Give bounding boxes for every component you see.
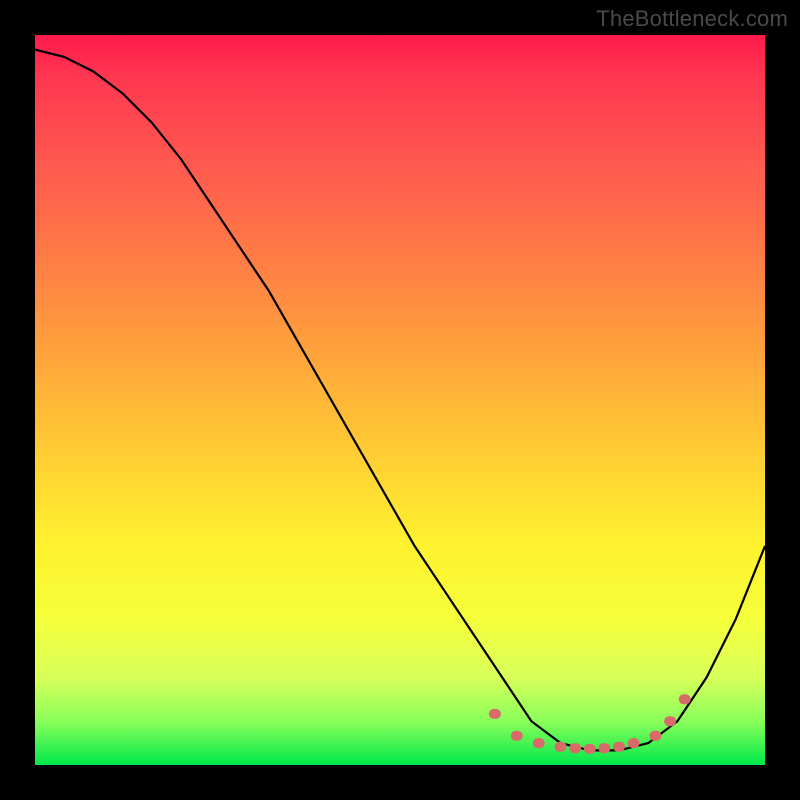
plateau-dot	[584, 744, 596, 754]
plot-svg	[35, 35, 765, 765]
plateau-dot	[650, 731, 662, 741]
watermark-text: TheBottleneck.com	[596, 6, 788, 32]
plateau-dot	[613, 742, 625, 752]
plateau-dot	[628, 738, 640, 748]
plateau-dot	[598, 743, 610, 753]
bottleneck-curve	[35, 50, 765, 751]
plateau-dot	[555, 742, 567, 752]
chart-frame: TheBottleneck.com	[0, 0, 800, 800]
plateau-dot	[489, 709, 501, 719]
plateau-dot	[533, 738, 545, 748]
plateau-dot	[679, 694, 691, 704]
plateau-dot	[664, 716, 676, 726]
plot-area	[35, 35, 765, 765]
plateau-dot	[511, 731, 523, 741]
plateau-dot	[569, 743, 581, 753]
